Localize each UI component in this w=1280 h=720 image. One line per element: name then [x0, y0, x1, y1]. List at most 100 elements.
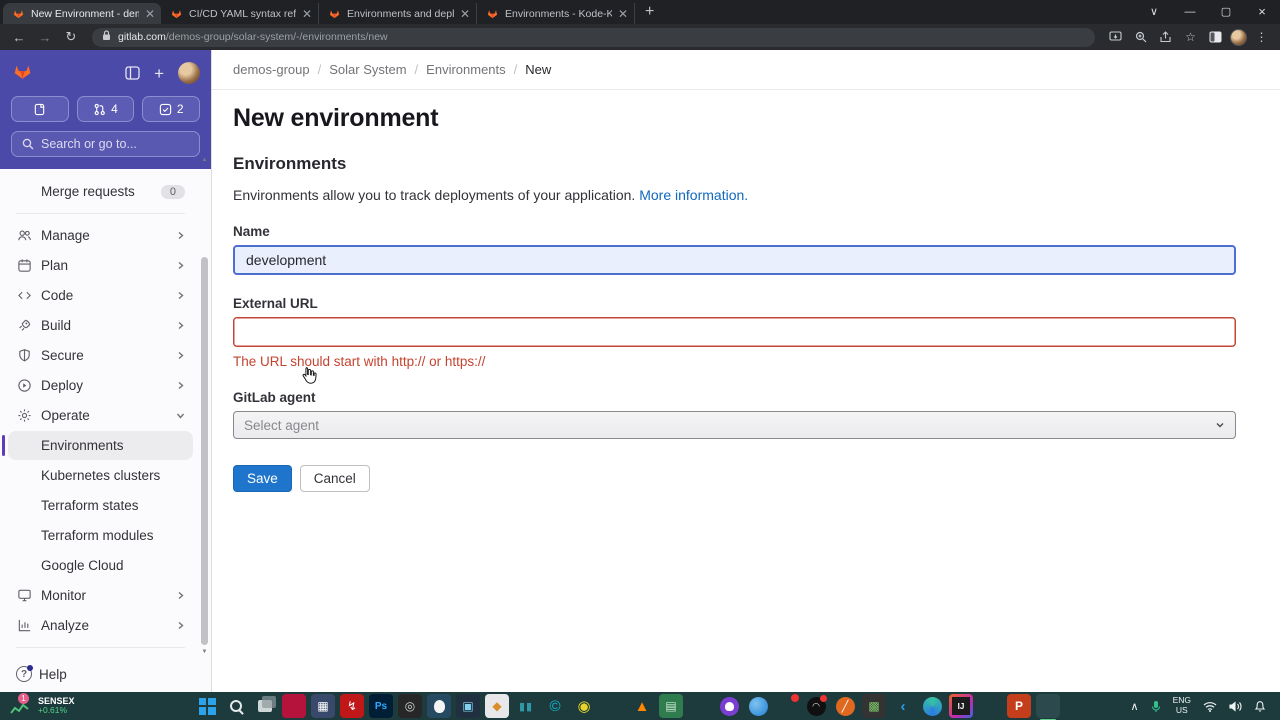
back-icon[interactable]: ← [8, 30, 30, 45]
sidebar-item-monitor[interactable]: Monitor [8, 581, 193, 610]
sidebar-item-code[interactable]: Code [8, 281, 193, 310]
reload-icon[interactable]: ↻ [60, 29, 82, 45]
browser-menu-kebab-icon[interactable]: ⋮ [1251, 30, 1272, 44]
camera-app-icon[interactable]: ◎ [398, 694, 422, 718]
chevron-right-icon [176, 351, 185, 360]
sidebar-item-terraform-states[interactable]: Terraform states [8, 491, 193, 520]
zoom-icon[interactable] [1130, 31, 1151, 43]
sidebar-item-environments[interactable]: Environments [2, 431, 193, 460]
sidebar-item-manage[interactable]: Manage [8, 221, 193, 250]
address-bar[interactable]: gitlab.com/demos-group/solar-system/-/en… [92, 27, 1095, 47]
issues-button[interactable] [11, 96, 69, 122]
wifi-icon[interactable] [1203, 701, 1217, 712]
forward-icon[interactable]: → [34, 30, 56, 45]
start-icon[interactable] [195, 694, 219, 718]
folder-icon[interactable] [688, 694, 712, 718]
photoshop-icon[interactable]: Ps [369, 694, 393, 718]
intellij-icon[interactable]: IJ [949, 694, 973, 718]
name-input[interactable]: development [233, 245, 1236, 275]
breadcrumb-project[interactable]: Solar System [329, 62, 406, 77]
browser-tab-4[interactable]: Environments - Kode-Kloud-Tes ✕ [477, 3, 635, 24]
new-tab-button[interactable]: + [635, 3, 664, 24]
breadcrumb-environments[interactable]: Environments [426, 62, 505, 77]
bookmark-star-icon[interactable]: ☆ [1180, 30, 1201, 44]
scrollbar-thumb[interactable] [201, 257, 208, 645]
sidebar-item-secure[interactable]: Secure [8, 341, 193, 370]
sidebar-scrollbar[interactable]: ▲ ▼ [199, 157, 210, 655]
external-url-input[interactable] [233, 317, 1236, 347]
github-icon[interactable] [717, 694, 741, 718]
gitlab-logo-icon[interactable] [11, 60, 34, 87]
microphone-icon[interactable] [1151, 700, 1161, 713]
sidebar-item-plan[interactable]: Plan [8, 251, 193, 280]
browser-profile-avatar[interactable] [1230, 28, 1247, 46]
tray-overflow-chevron-icon[interactable]: ∧ [1131, 700, 1139, 713]
tab-close-icon[interactable]: ✕ [302, 7, 312, 21]
vlc-icon[interactable]: ▲ [630, 694, 654, 718]
share-icon[interactable] [1155, 31, 1176, 43]
media-red-icon[interactable] [282, 694, 306, 718]
sidebar-item-google-cloud[interactable]: Google Cloud [8, 551, 193, 580]
sidebar-item-help[interactable]: ? Help [0, 656, 211, 692]
sidebar-item-operate[interactable]: Operate [8, 401, 193, 430]
minimize-icon[interactable]: — [1172, 0, 1208, 24]
search-input[interactable]: Search or go to... [11, 131, 200, 157]
tab-close-icon[interactable]: ✕ [145, 7, 155, 21]
widgets-button[interactable]: 1 SENSEX +0.61% [0, 692, 195, 716]
browser-tab-3[interactable]: Environments and deployments ✕ [319, 3, 477, 24]
agent-select[interactable]: Select agent [233, 411, 1236, 439]
task-view-icon[interactable] [253, 694, 277, 718]
sidebar-item-analyze[interactable]: Analyze [8, 611, 193, 640]
gallery-icon[interactable]: ▩ [862, 694, 886, 718]
browser-tab-1[interactable]: New Environment - demos-grou ✕ [3, 3, 161, 24]
copyright-icon[interactable]: © [543, 694, 567, 718]
obs-icon[interactable]: ◠ [804, 694, 828, 718]
more-information-link[interactable]: More information. [639, 187, 748, 203]
scroll-down-arrow-icon[interactable]: ▼ [199, 649, 210, 655]
blue-app-icon[interactable] [746, 694, 770, 718]
chrome2-icon[interactable] [978, 694, 1002, 718]
sidebar-item-kubernetes-clusters[interactable]: Kubernetes clusters [8, 461, 193, 490]
chrome-wheel-icon[interactable] [601, 694, 625, 718]
sidebar-toggle-icon[interactable] [125, 66, 140, 80]
cancel-button[interactable]: Cancel [299, 465, 370, 492]
tab-search-chevron-icon[interactable]: ∨ [1136, 0, 1172, 24]
maximize-icon[interactable]: ▢ [1208, 0, 1244, 24]
todos-button[interactable]: 2 [142, 96, 201, 122]
edge-icon[interactable] [920, 694, 944, 718]
sidebar-item-deploy[interactable]: Deploy [8, 371, 193, 400]
sidebar-item-terraform-modules[interactable]: Terraform modules [8, 521, 193, 550]
calculator-icon[interactable]: ▦ [311, 694, 335, 718]
brush-icon[interactable]: ╱ [833, 694, 857, 718]
search-icon[interactable] [224, 694, 248, 718]
chrome-active-icon[interactable] [1036, 694, 1060, 720]
create-new-plus-icon[interactable]: + [154, 65, 164, 82]
powerpoint-icon[interactable]: P [1007, 694, 1031, 718]
volume-icon[interactable] [1229, 700, 1242, 712]
breadcrumb-group[interactable]: demos-group [233, 62, 310, 77]
browser-tab-2[interactable]: CI/CD YAML syntax reference | G ✕ [161, 3, 319, 24]
tab-close-icon[interactable]: ✕ [460, 7, 470, 21]
snipping-icon[interactable]: ▣ [456, 694, 480, 718]
name-label: Name [233, 224, 270, 239]
photos-icon[interactable]: ▤ [659, 694, 683, 718]
penguin-icon[interactable] [427, 694, 451, 718]
language-indicator[interactable]: ENG US [1173, 695, 1191, 716]
columns-icon[interactable]: ▮▮ [514, 694, 538, 718]
close-icon[interactable]: × [1244, 0, 1280, 24]
install-icon[interactable] [1105, 31, 1126, 43]
merge-requests-button[interactable]: 4 [76, 96, 135, 122]
lightning-icon[interactable]: ↯ [340, 694, 364, 718]
user-avatar[interactable] [178, 62, 200, 84]
save-button[interactable]: Save [233, 465, 292, 492]
hardware-icon[interactable]: ◆ [485, 694, 509, 718]
sidebar-item-build[interactable]: Build [8, 311, 193, 340]
tab-close-icon[interactable]: ✕ [618, 7, 628, 21]
sidebar-item-merge-requests[interactable]: Merge requests 0 [8, 177, 193, 206]
scroll-up-arrow-icon[interactable]: ▲ [199, 157, 210, 163]
side-panel-icon[interactable] [1205, 31, 1226, 43]
coin-icon[interactable]: ◉ [572, 694, 596, 718]
notifications-bell-icon[interactable] [1254, 700, 1266, 712]
vscode-icon[interactable]: ‹ [891, 694, 915, 718]
chrome-badge-icon[interactable] [775, 694, 799, 718]
